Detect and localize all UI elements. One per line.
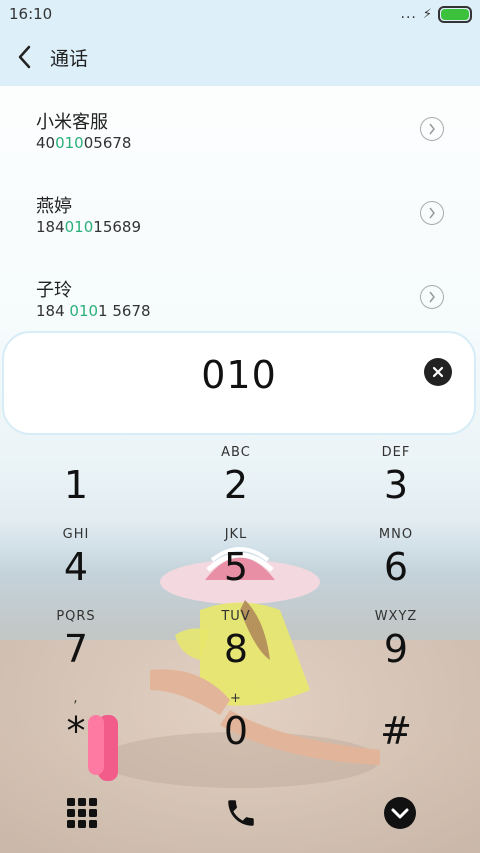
close-icon: [432, 366, 444, 378]
contact-number: 184 0101 5678: [36, 302, 151, 320]
key-5[interactable]: JKL 5: [176, 527, 296, 607]
grid-icon: [67, 798, 97, 828]
key-9[interactable]: WXYZ 9: [336, 609, 456, 689]
phone-icon: [228, 800, 254, 826]
chevron-down-circle-icon: [384, 797, 416, 829]
dialer-action-bar: [0, 785, 480, 845]
key-8[interactable]: TUV 8: [176, 609, 296, 689]
chevron-right-icon: [429, 123, 435, 135]
clear-input-button[interactable]: [424, 358, 452, 386]
page-title: 通话: [50, 47, 89, 70]
key-hash[interactable]: #: [336, 691, 456, 771]
more-dots-icon: ...: [400, 6, 417, 22]
chevron-left-icon: [18, 45, 31, 69]
call-button[interactable]: [211, 785, 271, 841]
keypad-grid-button[interactable]: [52, 785, 112, 841]
battery-level: [441, 8, 469, 20]
app-header: 通话: [0, 28, 480, 86]
contact-number: 18401015689: [36, 218, 141, 236]
collapse-keypad-button[interactable]: [370, 785, 430, 841]
contact-row[interactable]: 燕婷 18401015689: [0, 170, 480, 254]
dialed-number: 010: [201, 353, 277, 397]
key-1[interactable]: 1: [16, 445, 136, 525]
key-6[interactable]: MNO 6: [336, 527, 456, 607]
contact-row[interactable]: 小米客服 4001005678: [0, 86, 480, 170]
key-star[interactable]: , *: [16, 691, 136, 771]
key-7[interactable]: PQRS 7: [16, 609, 136, 689]
dial-input-box[interactable]: 010: [2, 331, 476, 435]
key-3[interactable]: DEF 3: [336, 445, 456, 525]
status-time: 16:10: [9, 5, 53, 23]
contact-name: 子玲: [36, 280, 72, 301]
back-button[interactable]: [0, 28, 50, 86]
contact-detail-button[interactable]: [420, 117, 444, 141]
battery-icon: [438, 5, 472, 23]
status-icons: ... ⚡: [400, 5, 472, 23]
chevron-right-icon: [429, 207, 435, 219]
contact-detail-button[interactable]: [420, 201, 444, 225]
contact-match-list: 小米客服 4001005678 燕婷 18401015689 子玲 184 01…: [0, 86, 480, 338]
contact-detail-button[interactable]: [420, 285, 444, 309]
bolt-icon: ⚡: [422, 6, 432, 22]
contact-row[interactable]: 子玲 184 0101 5678: [0, 254, 480, 338]
contact-name: 小米客服: [36, 112, 108, 133]
key-2[interactable]: ABC 2: [176, 445, 296, 525]
contact-number: 4001005678: [36, 134, 132, 152]
chevron-right-icon: [429, 291, 435, 303]
status-bar: 16:10 ... ⚡: [0, 0, 480, 28]
key-4[interactable]: GHI 4: [16, 527, 136, 607]
key-0[interactable]: + 0: [176, 691, 296, 771]
contact-name: 燕婷: [36, 196, 72, 217]
